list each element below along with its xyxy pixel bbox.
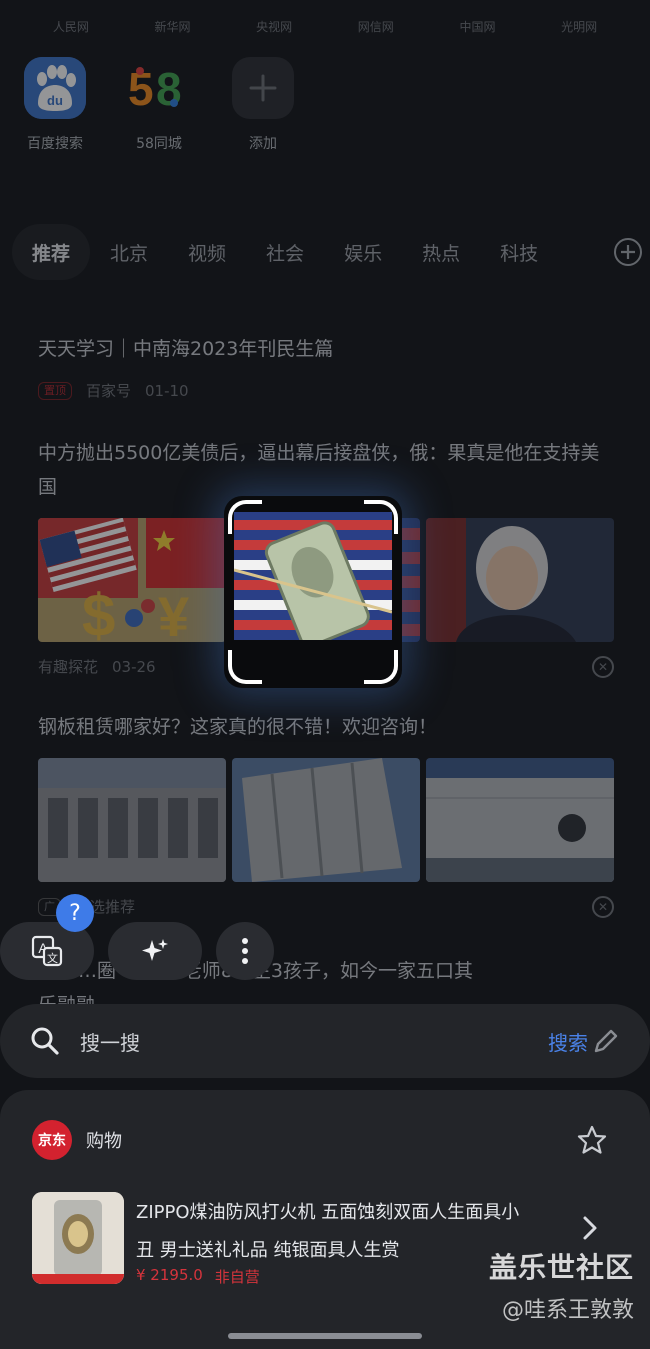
scan-corner (228, 650, 262, 684)
58-logo-icon: 5 8 (128, 57, 190, 119)
edit-pencil-icon[interactable] (592, 1027, 620, 1055)
search-button[interactable]: 搜索 (548, 1027, 588, 1056)
site-link[interactable]: 人民网 (53, 18, 89, 35)
tab-video[interactable]: 视频 (168, 224, 246, 280)
add-tab-icon[interactable] (614, 238, 642, 266)
product-image[interactable] (32, 1192, 124, 1284)
more-vertical-icon (242, 938, 248, 964)
feed-headline[interactable]: 中方抛出5500亿美债后，逼出幕后接盘侠，俄：果真是他在支持美国 (38, 436, 614, 504)
feed-date: 01-10 (145, 381, 189, 400)
tab-tech[interactable]: 科技 (480, 224, 558, 280)
thumbnail-usa-china-flags: $ ¥ (38, 518, 226, 642)
product-title[interactable]: ZIPPO煤油防风打火机 五面蚀刻双面人生面具小丑 男士送礼礼品 纯银面具人生赏 (136, 1194, 536, 1270)
sparkle-icon (142, 939, 168, 961)
baidu-paw-icon: du (24, 57, 86, 119)
shortcut-baidu[interactable]: du 百度搜索 (24, 57, 86, 153)
shortcut-label: 添加 (249, 136, 277, 152)
scan-corner (364, 500, 398, 534)
star-icon[interactable] (576, 1124, 608, 1156)
svg-text:文: 文 (47, 951, 58, 965)
translate-icon: A 文 (31, 935, 63, 967)
site-link[interactable]: 光明网 (561, 18, 597, 35)
search-bar[interactable]: 搜一搜 搜索 (0, 1004, 650, 1078)
scan-corner (228, 500, 262, 534)
shopping-header: 京东 购物 (32, 1120, 122, 1160)
svg-text:¥: ¥ (158, 585, 189, 642)
site-link[interactable]: 网信网 (358, 18, 394, 35)
svg-text:8: 8 (156, 63, 182, 115)
feed-date: 03-26 (112, 657, 156, 676)
tab-entertainment[interactable]: 娱乐 (324, 224, 402, 280)
tab-hot[interactable]: 热点 (402, 224, 480, 280)
tab-recommend[interactable]: 推荐 (12, 224, 91, 280)
search-icon (31, 1027, 59, 1055)
site-link[interactable]: 新华网 (154, 18, 190, 35)
dismiss-icon[interactable]: ✕ (592, 655, 614, 678)
thumbnail-container (426, 758, 614, 882)
feed-source: 百家号 (86, 382, 132, 400)
plus-icon (232, 57, 294, 119)
product-price: ¥ 2195.0 (136, 1266, 203, 1284)
shortcut-58[interactable]: 5 8 58同城 (128, 57, 190, 153)
news-tabs: 推荐 北京 视频 社会 娱乐 热点 科技 (12, 224, 642, 280)
ai-sparkle-button[interactable] (108, 922, 202, 980)
feed-item[interactable]: 钢板租赁哪家好？这家真的很不错！欢迎咨询！ 广 精选推荐 ✕ (38, 710, 614, 918)
site-link[interactable]: 中国网 (459, 18, 495, 35)
shortcut-add[interactable]: 添加 (232, 57, 294, 153)
feed-source: 有趣探花 (38, 658, 99, 676)
tab-society[interactable]: 社会 (246, 224, 324, 280)
seller-type: 非自营 (214, 1268, 260, 1286)
feed-item[interactable]: 天天学习｜中南海2023年刊民生篇 置顶 百家号 01-10 (38, 332, 614, 401)
home-indicator[interactable] (228, 1333, 422, 1339)
product-price-row: ¥ 2195.0 非自营 (136, 1266, 260, 1287)
shopping-title: 购物 (86, 1131, 122, 1152)
shortcut-grid: du 百度搜索 5 8 58同城 添加 (24, 57, 294, 153)
site-link[interactable]: 央视网 (256, 18, 292, 35)
shortcut-label: 58同城 (136, 136, 182, 152)
watermark-community: 盖乐世社区 (488, 1251, 634, 1284)
search-input[interactable]: 搜一搜 (80, 1027, 548, 1056)
svg-text:$: $ (82, 582, 115, 642)
shortcut-label: 百度搜索 (27, 136, 83, 152)
thumbnail-warehouse (38, 758, 226, 882)
watermark-user: @哇系王敦敦 (501, 1298, 634, 1323)
thumbnail-portrait (426, 518, 614, 642)
chevron-right-icon[interactable] (580, 1214, 600, 1242)
tab-beijing[interactable]: 北京 (90, 224, 168, 280)
image-scan-frame[interactable] (224, 496, 402, 688)
svg-text:du: du (47, 93, 63, 108)
help-badge-icon[interactable]: ? (56, 894, 94, 932)
feed-headline[interactable]: 天天学习｜中南海2023年刊民生篇 (38, 332, 614, 366)
dismiss-icon[interactable]: ✕ (592, 895, 614, 918)
thumbnail-steel-plates (232, 758, 420, 882)
scan-corner (364, 650, 398, 684)
jd-logo-icon: 京东 (32, 1120, 72, 1160)
feed-headline[interactable]: 钢板租赁哪家好？这家真的很不错！欢迎咨询！ (38, 710, 614, 744)
more-options-button[interactable] (216, 922, 274, 980)
pinned-badge: 置顶 (38, 381, 72, 400)
news-site-links: 人民网 新华网 央视网 网信网 中国网 光明网 (0, 18, 650, 35)
